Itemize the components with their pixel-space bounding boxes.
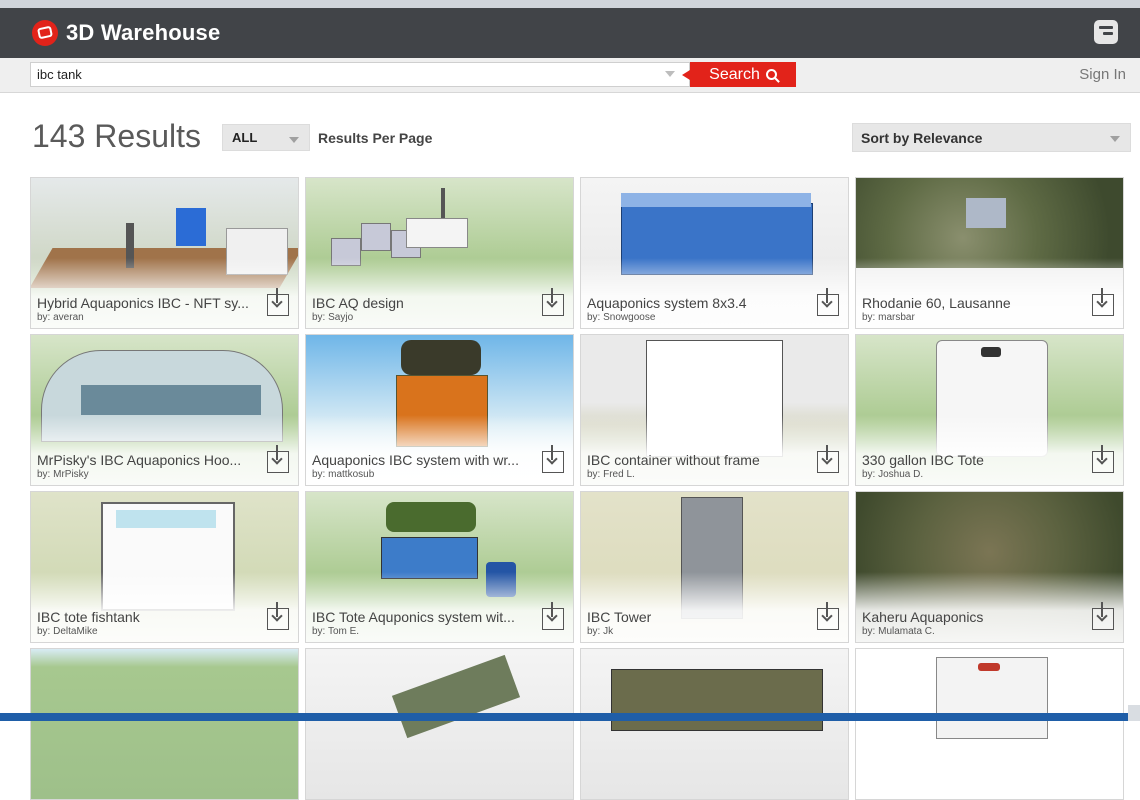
download-icon[interactable]	[267, 445, 289, 473]
model-author[interactable]: by: Snowgoose	[587, 312, 655, 323]
model-card[interactable]: Hybrid Aquaponics IBC - NFT sy... by: av…	[30, 177, 299, 329]
results-count: 143 Results	[32, 118, 201, 154]
search-button-label: Search	[709, 65, 760, 83]
search-button[interactable]: Search	[682, 62, 796, 87]
download-icon[interactable]	[542, 288, 564, 316]
model-card[interactable]: IBC tote fishtank by: DeltaMike	[30, 491, 299, 643]
download-icon[interactable]	[542, 602, 564, 630]
search-input[interactable]	[30, 62, 690, 87]
model-card[interactable]: MrPisky's IBC Aquaponics Hoo... by: MrPi…	[30, 334, 299, 486]
model-title[interactable]: IBC AQ design	[312, 295, 404, 311]
download-icon[interactable]	[267, 288, 289, 316]
brand-logo[interactable]: 3D Warehouse	[32, 20, 220, 46]
model-thumbnail	[856, 649, 1123, 799]
model-card[interactable]: IBC Tote Aquponics system wit... by: Tom…	[305, 491, 574, 643]
sign-in-link[interactable]: Sign In	[1079, 66, 1126, 83]
filter-dropdown[interactable]: ALL	[222, 124, 310, 151]
model-title[interactable]: Aquaponics IBC system with wr...	[312, 452, 519, 468]
model-card[interactable]	[30, 648, 299, 800]
model-title[interactable]: 330 gallon IBC Tote	[862, 452, 984, 468]
model-title[interactable]: IBC Tote Aquponics system wit...	[312, 609, 515, 625]
model-card[interactable]: Kaheru Aquaponics by: Mulamata C.	[855, 491, 1124, 643]
taskbar-strip	[0, 713, 1140, 721]
download-icon[interactable]	[1092, 445, 1114, 473]
model-card[interactable]: IBC container without frame by: Fred L.	[580, 334, 849, 486]
model-thumbnail	[306, 649, 573, 799]
search-bar: Search Sign In	[0, 58, 1140, 93]
results-per-page-link[interactable]: Results Per Page	[318, 130, 432, 146]
sort-value: Sort by Relevance	[861, 130, 983, 146]
model-card[interactable]: Aquaponics IBC system with wr... by: mat…	[305, 334, 574, 486]
model-author[interactable]: by: mattkosub	[312, 469, 374, 480]
model-author[interactable]: by: averan	[37, 312, 84, 323]
model-title[interactable]: Aquaponics system 8x3.4	[587, 295, 747, 311]
model-author[interactable]: by: marsbar	[862, 312, 915, 323]
download-icon[interactable]	[817, 445, 839, 473]
search-dropdown-caret-icon[interactable]	[665, 71, 675, 77]
sort-dropdown[interactable]: Sort by Relevance	[852, 123, 1131, 152]
download-icon[interactable]	[817, 602, 839, 630]
model-title[interactable]: Hybrid Aquaponics IBC - NFT sy...	[37, 295, 249, 311]
model-author[interactable]: by: Sayjo	[312, 312, 353, 323]
results-grid: Hybrid Aquaponics IBC - NFT sy... by: av…	[30, 177, 1134, 800]
model-title[interactable]: IBC tote fishtank	[37, 609, 140, 625]
download-icon[interactable]	[1092, 288, 1114, 316]
model-author[interactable]: by: Mulamata C.	[862, 626, 935, 637]
warehouse-logo-icon	[32, 20, 58, 46]
model-title[interactable]: IBC container without frame	[587, 452, 760, 468]
brand-name: 3D Warehouse	[66, 20, 221, 45]
model-title[interactable]: IBC Tower	[587, 609, 651, 625]
chevron-down-icon	[289, 137, 299, 143]
model-card[interactable]: 330 gallon IBC Tote by: Joshua D.	[855, 334, 1124, 486]
model-card[interactable]	[580, 648, 849, 800]
browser-top-strip	[0, 0, 1140, 8]
model-author[interactable]: by: Joshua D.	[862, 469, 923, 480]
download-icon[interactable]	[1092, 602, 1114, 630]
model-card[interactable]: IBC AQ design by: Sayjo	[305, 177, 574, 329]
model-thumbnail	[581, 649, 848, 799]
model-card[interactable]	[855, 648, 1124, 800]
model-author[interactable]: by: MrPisky	[37, 469, 89, 480]
model-author[interactable]: by: Fred L.	[587, 469, 635, 480]
filter-value: ALL	[232, 130, 258, 145]
model-thumbnail	[31, 649, 298, 799]
model-card[interactable]: Rhodanie 60, Lausanne by: marsbar	[855, 177, 1124, 329]
model-author[interactable]: by: Tom E.	[312, 626, 359, 637]
download-icon[interactable]	[817, 288, 839, 316]
model-title[interactable]: Kaheru Aquaponics	[862, 609, 983, 625]
model-card[interactable]: IBC Tower by: Jk	[580, 491, 849, 643]
scroll-corner	[1128, 705, 1140, 721]
model-title[interactable]: MrPisky's IBC Aquaponics Hoo...	[37, 452, 241, 468]
model-card[interactable]	[305, 648, 574, 800]
download-icon[interactable]	[267, 602, 289, 630]
search-icon	[765, 69, 777, 80]
app-menu-icon[interactable]	[1094, 20, 1118, 44]
model-card[interactable]: Aquaponics system 8x3.4 by: Snowgoose	[580, 177, 849, 329]
model-title[interactable]: Rhodanie 60, Lausanne	[862, 295, 1011, 311]
app-header: 3D Warehouse	[0, 8, 1140, 58]
download-icon[interactable]	[542, 445, 564, 473]
chevron-down-icon	[1110, 136, 1120, 142]
model-author[interactable]: by: DeltaMike	[37, 626, 98, 637]
model-author[interactable]: by: Jk	[587, 626, 613, 637]
